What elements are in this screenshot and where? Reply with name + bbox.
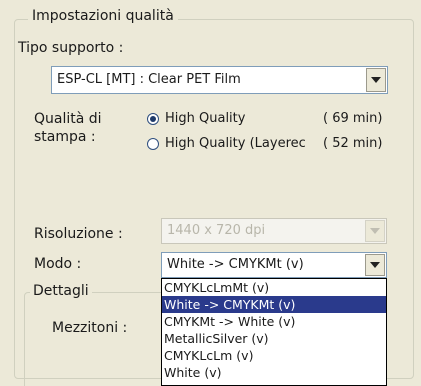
mode-select[interactable]: White -> CMYKMt (v) <box>161 252 387 278</box>
resolution-value: 1440 x 720 dpi <box>167 223 266 238</box>
quality-option-high[interactable]: High Quality <box>147 111 245 126</box>
quality-settings-title: Impostazioni qualità <box>28 8 178 24</box>
resolution-select: 1440 x 720 dpi <box>161 218 387 244</box>
mode-option[interactable]: CMYKLcLmMt (v) <box>162 279 386 296</box>
mode-dropdown-button[interactable] <box>365 254 385 276</box>
media-type-value: ESP-CL [MT] : Clear PET Film <box>57 72 241 87</box>
media-type-label: Tipo supporto : <box>18 40 124 56</box>
chevron-down-icon <box>371 77 381 83</box>
mode-option[interactable]: CMYKLcLm (v) <box>162 347 386 364</box>
print-quality-label: Qualità di stampa : <box>34 111 102 145</box>
quality-option-high-time: ( 69 min) <box>323 111 383 126</box>
radio-selected-icon[interactable] <box>147 112 159 125</box>
mode-label: Modo : <box>34 256 82 272</box>
quality-option-high-layered[interactable]: High Quality (Layerec <box>147 136 306 151</box>
resolution-label: Risoluzione : <box>34 226 123 242</box>
chevron-down-icon <box>370 228 380 234</box>
mode-option[interactable]: White (v) <box>162 364 386 381</box>
chevron-down-icon <box>370 262 380 268</box>
mode-option-selected[interactable]: White -> CMYKMt (v) <box>162 296 386 313</box>
mode-option[interactable]: CMYKMt -> White (v) <box>162 313 386 330</box>
resolution-dropdown-button <box>365 220 385 242</box>
details-title: Dettagli <box>30 283 92 299</box>
mode-value: White -> CMYKMt (v) <box>167 257 304 272</box>
media-type-select[interactable]: ESP-CL [MT] : Clear PET Film <box>51 66 388 94</box>
halftone-label: Mezzitoni : <box>52 320 128 336</box>
quality-option-high-layered-time: ( 52 min) <box>323 136 383 151</box>
mode-option[interactable]: MetallicSilver (v) <box>162 330 386 347</box>
mode-options-list[interactable]: CMYKLcLmMt (v) White -> CMYKMt (v) CMYKM… <box>161 278 387 386</box>
media-type-dropdown-button[interactable] <box>366 68 386 92</box>
radio-unselected-icon[interactable] <box>147 137 159 150</box>
